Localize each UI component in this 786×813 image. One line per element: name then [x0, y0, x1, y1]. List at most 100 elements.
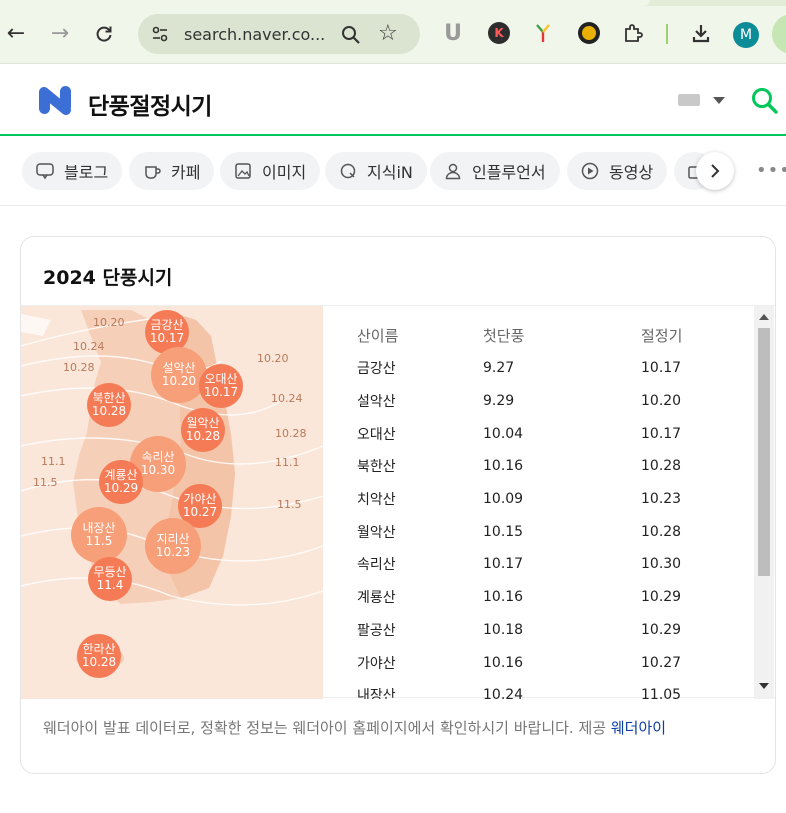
provider-link[interactable]: 웨더아이 — [611, 719, 666, 737]
naver-logo-icon[interactable] — [38, 84, 72, 116]
search-query[interactable]: 단풍절정시기 — [88, 87, 212, 121]
cell-first: 10.15 — [483, 523, 524, 540]
bubble-date: 10.17 — [149, 331, 185, 345]
kin-q-icon — [340, 163, 356, 179]
bubble-date: 10.28 — [81, 655, 117, 669]
chevron-down-icon[interactable] — [713, 97, 725, 104]
browser-toolbar: ← → search.naver.co... ☆ U K M — [0, 0, 786, 64]
extension-gold-icon[interactable] — [578, 22, 600, 44]
forward-arrow-icon[interactable]: → — [46, 20, 74, 48]
table-row: 팔공산 10.18 10.29 — [357, 614, 741, 647]
map-bubble-seoraksan[interactable]: 설악산 10.20 — [151, 347, 207, 403]
column-header-mountain: 산이름 — [357, 326, 399, 345]
browser-menu-avatar[interactable] — [772, 14, 786, 54]
table-row: 계룡산 10.16 10.29 — [357, 581, 741, 614]
search-button-icon[interactable] — [750, 86, 780, 116]
isoline-label: 11.1 — [41, 455, 66, 468]
active-tab-edge[interactable] — [0, 0, 650, 6]
cell-peak: 10.17 — [641, 360, 682, 377]
tab-image[interactable]: 이미지 — [220, 152, 321, 190]
isoline-label: 10.28 — [275, 427, 307, 440]
table-scrollbar[interactable] — [754, 306, 774, 699]
search-tabs: 블로그 카페 이미지 지식iN 인플루언서 동영상 ••• — [0, 138, 786, 206]
cell-peak: 10.20 — [641, 393, 682, 410]
map-bubble-naejangsan[interactable]: 내장산 11.5 — [71, 507, 127, 563]
scroll-up-arrow-icon[interactable] — [759, 314, 769, 320]
cell-first: 9.27 — [483, 360, 515, 377]
cell-mountain: 계룡산 — [357, 590, 396, 607]
bookmark-star-icon[interactable]: ☆ — [378, 21, 398, 46]
toolbar-divider — [666, 24, 668, 44]
cell-mountain: 오대산 — [357, 426, 396, 443]
source-note-text: 웨더아이 발표 데이터로, 정확한 정보는 웨더아이 홈페이지에서 확인하시기 … — [43, 719, 607, 737]
isoline-label: 10.20 — [257, 352, 289, 365]
tab-video-label: 동영상 — [609, 163, 654, 182]
map-bubble-hallasan[interactable]: 한라산 10.28 — [77, 634, 121, 678]
cell-first: 10.16 — [483, 458, 524, 475]
cell-first: 10.16 — [483, 589, 524, 606]
cell-mountain: 금강산 — [357, 361, 396, 378]
cell-peak: 10.30 — [641, 556, 682, 573]
tab-cafe[interactable]: 카페 — [129, 152, 215, 190]
tab-image-label: 이미지 — [262, 163, 307, 182]
tab-influencer-label: 인플루언서 — [472, 163, 546, 182]
download-icon[interactable] — [690, 22, 712, 44]
bubble-date: 10.29 — [103, 481, 139, 495]
tab-influencer[interactable]: 인플루언서 — [430, 152, 560, 190]
foliage-table: 산이름 첫단풍 절정기 금강산 9.27 10.17 설악산 9.29 10.20 오대… — [357, 318, 741, 700]
search-icon[interactable] — [340, 24, 362, 46]
tabs-next-button[interactable] — [696, 152, 734, 190]
profile-avatar[interactable]: M — [733, 22, 759, 48]
isoline-label: 10.24 — [73, 340, 105, 353]
bubble-date: 10.20 — [161, 374, 197, 388]
bubble-date: 10.27 — [182, 505, 218, 519]
foliage-table-scroll[interactable]: 산이름 첫단풍 절정기 금강산 9.27 10.17 설악산 9.29 10.20 오대… — [323, 306, 754, 700]
cell-peak: 11.05 — [641, 687, 682, 699]
map-bubble-mudeungsan[interactable]: 무등산 11.4 — [88, 557, 132, 601]
tab-video[interactable]: 동영상 — [567, 152, 668, 190]
map-bubble-bukhansan[interactable]: 북한산 10.28 — [87, 383, 131, 427]
card-body: 10.20 10.24 10.28 10.20 10.24 10.28 11.1… — [21, 305, 775, 700]
scrollbar-thumb[interactable] — [758, 328, 770, 576]
foliage-card: 2024 단풍시기 10.20 10.24 10.28 10.20 10.24 … — [20, 236, 776, 774]
column-header-peak: 절정기 — [641, 326, 683, 345]
bubble-date: 11.5 — [85, 534, 113, 548]
tab-strip — [0, 0, 786, 6]
table-row: 금강산 9.27 10.17 — [357, 352, 741, 385]
map-bubble-woraksan[interactable]: 월악산 10.28 — [181, 408, 225, 452]
cell-first: 9.29 — [483, 393, 515, 410]
isoline-label: 10.20 — [93, 316, 125, 329]
table-row: 속리산 10.17 10.30 — [357, 548, 741, 581]
map-bubble-gyeryongsan[interactable]: 계룡산 10.29 — [99, 460, 143, 504]
extension-u-icon[interactable]: U — [442, 21, 464, 46]
cell-peak: 10.28 — [641, 523, 682, 540]
more-menu-icon[interactable]: ••• — [756, 160, 786, 181]
keyboard-icon[interactable] — [678, 94, 700, 106]
map-bubble-jirisan[interactable]: 지리산 10.23 — [145, 518, 201, 574]
bubble-date: 11.4 — [96, 578, 124, 592]
tab-blog[interactable]: 블로그 — [22, 152, 123, 190]
source-note: 웨더아이 발표 데이터로, 정확한 정보는 웨더아이 홈페이지에서 확인하시기 … — [43, 717, 666, 738]
bubble-date: 10.23 — [155, 545, 191, 559]
reload-icon[interactable] — [90, 20, 118, 48]
isoline-label: 10.28 — [63, 361, 95, 374]
bubble-date: 10.28 — [185, 429, 221, 443]
cell-mountain: 치악산 — [357, 492, 396, 509]
cell-peak: 10.23 — [641, 491, 682, 508]
extension-leaf-icon[interactable] — [532, 22, 554, 44]
cell-mountain: 설악산 — [357, 394, 396, 411]
table-row: 월악산 10.15 10.28 — [357, 515, 741, 548]
back-arrow-icon[interactable]: ← — [2, 20, 30, 48]
map-bubble-odaesan[interactable]: 오대산 10.17 — [199, 364, 243, 408]
tab-kin[interactable]: 지식iN — [325, 152, 427, 190]
site-info-icon[interactable] — [150, 24, 170, 44]
extension-k-icon[interactable]: K — [488, 22, 510, 44]
cell-first: 10.16 — [483, 654, 524, 671]
isoline-label: 10.24 — [271, 392, 303, 405]
extensions-puzzle-icon[interactable] — [622, 22, 644, 44]
tab-cafe-label: 카페 — [171, 163, 201, 182]
cell-peak: 10.29 — [641, 621, 682, 638]
address-bar[interactable]: search.naver.co... ☆ — [138, 14, 420, 54]
url-text[interactable]: search.naver.co... — [184, 25, 325, 44]
scroll-down-arrow-icon[interactable] — [759, 683, 769, 689]
